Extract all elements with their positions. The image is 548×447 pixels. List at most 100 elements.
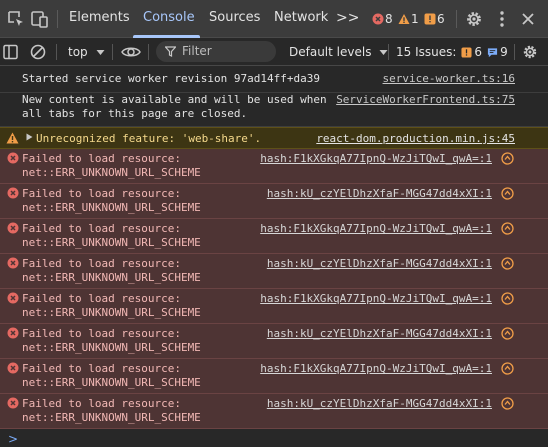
device-toolbar-icon[interactable] — [30, 9, 50, 29]
toolbar-divider — [456, 10, 457, 28]
error-icon — [7, 187, 19, 199]
network-request-icon[interactable] — [501, 222, 514, 235]
toolbar-divider — [56, 44, 57, 60]
issues-label: 15 Issues: — [396, 45, 457, 59]
console-message-warning: Unrecognized feature: 'web-share'. react… — [0, 127, 548, 149]
console-message-error: Failed to load resource: net::ERR_UNKNOW… — [0, 149, 548, 184]
issues-blue-count: 9 — [500, 45, 508, 59]
filter-input[interactable] — [182, 42, 272, 60]
chevron-down-icon — [96, 50, 104, 55]
message-text: Failed to load resource: net::ERR_UNKNOW… — [22, 397, 201, 424]
close-icon[interactable] — [518, 9, 538, 29]
error-icon — [372, 13, 384, 25]
issues-count: 6 — [437, 12, 445, 26]
message-text: Started service worker revision 97ad14ff… — [22, 72, 321, 85]
message-source-link[interactable]: hash:kU_czYElDhzXfaF-MGG47dd4xXI:1 — [267, 187, 492, 201]
issue-warning-icon — [461, 46, 472, 58]
message-source-link[interactable]: react-dom.production.min.js:45 — [316, 132, 515, 146]
tab-elements[interactable]: Elements — [69, 0, 130, 37]
toolbar-divider — [112, 44, 113, 60]
issues-button[interactable]: 15 Issues: 6 9 — [396, 43, 508, 61]
tab-sources[interactable]: Sources — [209, 0, 260, 37]
issues-orange-chip: 6 — [461, 45, 482, 59]
network-request-icon[interactable] — [501, 327, 514, 340]
toolbar-divider — [148, 44, 149, 60]
tab-console[interactable]: Console — [143, 0, 195, 37]
console-message-info: Started service worker revision 97ad14ff… — [0, 66, 548, 93]
message-text: Failed to load resource: net::ERR_UNKNOW… — [22, 187, 201, 214]
console-messages: Started service worker revision 97ad14ff… — [0, 66, 548, 429]
issues-counter[interactable]: 6 — [424, 11, 445, 27]
console-message-error: Failed to load resource: net::ERR_UNKNOW… — [0, 324, 548, 359]
network-request-icon[interactable] — [501, 187, 514, 200]
network-request-icon[interactable] — [501, 362, 514, 375]
message-source-link[interactable]: hash:kU_czYElDhzXfaF-MGG47dd4xXI:1 — [267, 257, 492, 271]
message-source-link[interactable]: hash:kU_czYElDhzXfaF-MGG47dd4xXI:1 — [267, 327, 492, 341]
console-message-error: Failed to load resource: net::ERR_UNKNOW… — [0, 359, 548, 394]
issue-icon — [424, 13, 436, 25]
error-icon — [7, 362, 19, 374]
error-icon — [7, 222, 19, 234]
context-selector-value: top — [68, 45, 88, 59]
message-source-link[interactable]: ServiceWorkerFrontend.ts:75 — [336, 93, 515, 107]
error-icon — [7, 292, 19, 304]
issues-orange-count: 6 — [474, 45, 483, 59]
tab-network[interactable]: Network — [274, 0, 328, 37]
console-message-error: Failed to load resource: net::ERR_UNKNOW… — [0, 394, 548, 429]
message-source-link[interactable]: hash:F1kXGkqA77IpnQ-WzJiTQwI_qwA=:1 — [260, 152, 492, 166]
console-message-error: Failed to load resource: net::ERR_UNKNOW… — [0, 219, 548, 254]
live-expression-eye-icon[interactable] — [121, 43, 141, 61]
message-text: Failed to load resource: net::ERR_UNKNOW… — [22, 292, 201, 319]
log-levels-label: Default levels — [289, 45, 372, 59]
settings-gear-icon[interactable] — [464, 9, 484, 29]
console-settings-gear-icon[interactable] — [521, 43, 539, 61]
warning-icon — [6, 132, 19, 144]
error-counter[interactable]: 8 — [372, 11, 393, 27]
message-text: Failed to load resource: net::ERR_UNKNOW… — [22, 152, 201, 179]
context-selector[interactable]: top — [68, 43, 105, 61]
chevron-down-icon — [379, 50, 388, 55]
message-source-link[interactable]: hash:F1kXGkqA77IpnQ-WzJiTQwI_qwA=:1 — [260, 362, 492, 376]
sidebar-toggle-icon[interactable] — [2, 43, 20, 61]
clear-console-icon[interactable] — [29, 43, 47, 61]
more-tabs-button[interactable]: >> — [336, 10, 359, 26]
error-icon — [7, 397, 19, 409]
issues-blue-chip: 9 — [487, 45, 508, 59]
network-request-icon[interactable] — [501, 397, 514, 410]
devtools-tab-bar: Elements Console Sources Network >> 8 1 … — [0, 0, 548, 38]
toolbar-divider — [57, 10, 58, 28]
error-icon — [7, 152, 19, 164]
network-request-icon[interactable] — [501, 292, 514, 305]
log-levels-dropdown[interactable]: Default levels — [289, 43, 388, 61]
console-prompt[interactable]: > — [8, 432, 18, 446]
message-source-link[interactable]: service-worker.ts:16 — [383, 72, 515, 86]
issue-info-icon — [487, 47, 498, 57]
toolbar-divider — [388, 44, 389, 60]
network-request-icon[interactable] — [501, 152, 514, 165]
message-source-link[interactable]: hash:kU_czYElDhzXfaF-MGG47dd4xXI:1 — [267, 397, 492, 411]
message-text: Failed to load resource: net::ERR_UNKNOW… — [22, 257, 201, 284]
console-message-info: New content is available and will be use… — [0, 93, 548, 127]
warning-count: 1 — [411, 12, 419, 26]
inspect-element-icon[interactable] — [6, 9, 26, 29]
message-text: New content is available and will be use… — [22, 93, 327, 120]
console-message-error: Failed to load resource: net::ERR_UNKNOW… — [0, 184, 548, 219]
toolbar-divider — [514, 44, 515, 60]
warning-icon — [398, 14, 410, 24]
message-source-link[interactable]: hash:F1kXGkqA77IpnQ-WzJiTQwI_qwA=:1 — [260, 292, 492, 306]
kebab-menu-icon[interactable] — [492, 9, 512, 29]
console-message-error: Failed to load resource: net::ERR_UNKNOW… — [0, 254, 548, 289]
message-source-link[interactable]: hash:F1kXGkqA77IpnQ-WzJiTQwI_qwA=:1 — [260, 222, 492, 236]
filter-funnel-icon — [165, 46, 176, 57]
message-text: Unrecognized feature: 'web-share'. — [36, 132, 262, 145]
expand-triangle-icon[interactable] — [26, 133, 33, 141]
warning-counter[interactable]: 1 — [398, 11, 419, 27]
message-text: Failed to load resource: net::ERR_UNKNOW… — [22, 222, 201, 249]
message-text: Failed to load resource: net::ERR_UNKNOW… — [22, 362, 201, 389]
network-request-icon[interactable] — [501, 257, 514, 270]
error-icon — [7, 327, 19, 339]
error-icon — [7, 257, 19, 269]
console-toolbar: top Default levels 15 Issues: 6 — [0, 38, 548, 66]
filter-box[interactable] — [156, 41, 276, 62]
console-message-error: Failed to load resource: net::ERR_UNKNOW… — [0, 289, 548, 324]
